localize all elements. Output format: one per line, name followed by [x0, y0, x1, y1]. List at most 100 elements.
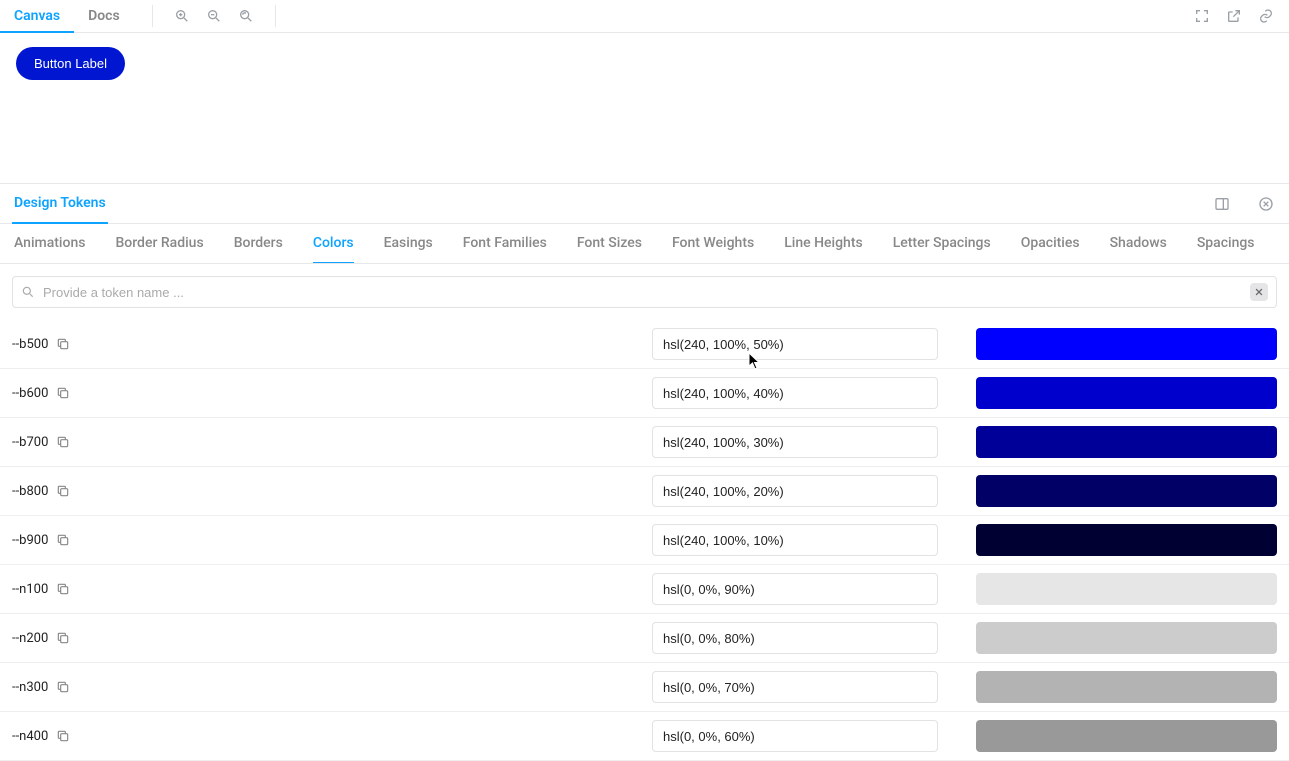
- copy-icon[interactable]: [56, 435, 70, 449]
- cat-animations[interactable]: Animations: [14, 225, 85, 264]
- token-value-input[interactable]: [652, 720, 938, 752]
- token-list: --b500 --b600 --b700 --b800 --b900 --n100 --n2…: [0, 320, 1289, 761]
- token-row: --n400: [0, 712, 1289, 761]
- panel-header: Design Tokens: [0, 184, 1289, 224]
- panel-close-icon[interactable]: [1255, 193, 1277, 215]
- token-name: --n200: [12, 631, 48, 646]
- token-value-cell: [652, 720, 952, 752]
- view-tabs: Canvas Docs: [0, 0, 134, 32]
- token-value-input[interactable]: [652, 328, 938, 360]
- token-value-input[interactable]: [652, 426, 938, 458]
- search-row: [0, 264, 1289, 320]
- token-name-cell: --n300: [12, 680, 652, 695]
- panel-title[interactable]: Design Tokens: [12, 185, 108, 224]
- cat-spacings[interactable]: Spacings: [1197, 225, 1255, 264]
- color-swatch[interactable]: [976, 475, 1277, 507]
- canvas-area: Button Label: [0, 33, 1289, 183]
- token-name-cell: --n400: [12, 729, 652, 744]
- token-value-cell: [652, 475, 952, 507]
- token-swatch-cell: [952, 573, 1277, 605]
- cat-line-heights[interactable]: Line Heights: [784, 225, 862, 264]
- token-name: --b600: [12, 386, 48, 401]
- cat-font-weights[interactable]: Font Weights: [672, 225, 754, 264]
- cat-font-families[interactable]: Font Families: [463, 225, 547, 264]
- token-name: --b500: [12, 337, 48, 352]
- token-name: --b900: [12, 533, 48, 548]
- copy-icon[interactable]: [56, 582, 70, 596]
- token-name: --b700: [12, 435, 48, 450]
- token-name-cell: --b600: [12, 386, 652, 401]
- color-swatch[interactable]: [976, 573, 1277, 605]
- cat-opacities[interactable]: Opacities: [1021, 225, 1080, 264]
- copy-icon[interactable]: [56, 680, 70, 694]
- panel-actions: [1211, 193, 1277, 215]
- token-row: --b600: [0, 369, 1289, 418]
- token-swatch-cell: [952, 671, 1277, 703]
- cat-font-sizes[interactable]: Font Sizes: [577, 225, 642, 264]
- token-value-input[interactable]: [652, 622, 938, 654]
- copy-icon[interactable]: [56, 729, 70, 743]
- token-value-input[interactable]: [652, 573, 938, 605]
- token-value-cell: [652, 328, 952, 360]
- token-swatch-cell: [952, 377, 1277, 409]
- separator: [152, 5, 153, 27]
- token-row: --b700: [0, 418, 1289, 467]
- zoom-reset-icon[interactable]: [235, 5, 257, 27]
- copy-icon[interactable]: [56, 337, 70, 351]
- token-value-input[interactable]: [652, 671, 938, 703]
- token-name: --n400: [12, 729, 48, 744]
- search-wrap: [12, 276, 1277, 308]
- color-swatch[interactable]: [976, 426, 1277, 458]
- cat-letter-spacings[interactable]: Letter Spacings: [893, 225, 991, 264]
- copy-icon[interactable]: [56, 386, 70, 400]
- token-row: --n100: [0, 565, 1289, 614]
- panel-layout-icon[interactable]: [1211, 193, 1233, 215]
- cat-border-radius[interactable]: Border Radius: [115, 225, 203, 264]
- zoom-in-icon[interactable]: [171, 5, 193, 27]
- token-name-cell: --n200: [12, 631, 652, 646]
- color-swatch[interactable]: [976, 377, 1277, 409]
- clear-search-icon[interactable]: [1250, 283, 1268, 301]
- token-value-input[interactable]: [652, 377, 938, 409]
- color-swatch[interactable]: [976, 720, 1277, 752]
- link-icon[interactable]: [1255, 5, 1277, 27]
- token-value-input[interactable]: [652, 524, 938, 556]
- search-icon: [21, 285, 35, 299]
- token-name-cell: --b700: [12, 435, 652, 450]
- token-name: --n100: [12, 582, 48, 597]
- token-swatch-cell: [952, 720, 1277, 752]
- token-value-cell: [652, 524, 952, 556]
- separator: [275, 5, 276, 27]
- color-swatch[interactable]: [976, 671, 1277, 703]
- zoom-out-icon[interactable]: [203, 5, 225, 27]
- tab-canvas[interactable]: Canvas: [0, 0, 74, 33]
- token-name-cell: --n100: [12, 582, 652, 597]
- token-swatch-cell: [952, 426, 1277, 458]
- copy-icon[interactable]: [56, 533, 70, 547]
- color-swatch[interactable]: [976, 524, 1277, 556]
- token-name-cell: --b900: [12, 533, 652, 548]
- cat-borders[interactable]: Borders: [234, 225, 283, 264]
- token-row: --b500: [0, 320, 1289, 369]
- token-name: --b800: [12, 484, 48, 499]
- token-value-input[interactable]: [652, 475, 938, 507]
- copy-icon[interactable]: [56, 484, 70, 498]
- cat-easings[interactable]: Easings: [384, 225, 433, 264]
- design-tokens-panel: Design Tokens Animations Border Radius B…: [0, 183, 1289, 761]
- fullscreen-icon[interactable]: [1191, 5, 1213, 27]
- cat-colors[interactable]: Colors: [313, 225, 354, 264]
- token-swatch-cell: [952, 475, 1277, 507]
- open-external-icon[interactable]: [1223, 5, 1245, 27]
- token-swatch-cell: [952, 524, 1277, 556]
- token-name: --n300: [12, 680, 48, 695]
- copy-icon[interactable]: [56, 631, 70, 645]
- sample-button[interactable]: Button Label: [16, 47, 125, 80]
- token-row: --n300: [0, 663, 1289, 712]
- tab-docs[interactable]: Docs: [74, 0, 134, 33]
- color-swatch[interactable]: [976, 622, 1277, 654]
- color-swatch[interactable]: [976, 328, 1277, 360]
- search-input[interactable]: [35, 285, 1250, 300]
- token-name-cell: --b500: [12, 337, 652, 352]
- token-value-cell: [652, 573, 952, 605]
- cat-shadows[interactable]: Shadows: [1110, 225, 1167, 264]
